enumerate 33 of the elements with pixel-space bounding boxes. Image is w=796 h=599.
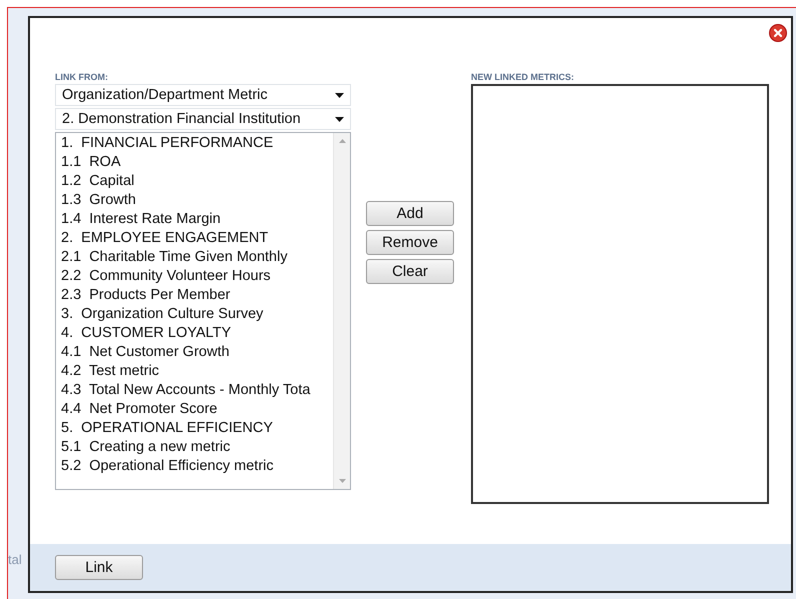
background-text: tal: [8, 552, 23, 567]
list-item[interactable]: 4.4 Net Promoter Score: [61, 400, 333, 419]
dropdown[interactable]: 2. Demonstration Financial Institution: [55, 108, 351, 130]
new-linked-metrics-label: NEW LINKED METRICS:: [471, 72, 575, 82]
list-item[interactable]: 2.2 Community Volunteer Hours: [61, 267, 333, 286]
close-icon[interactable]: [769, 24, 787, 42]
list-item[interactable]: 1. FINANCIAL PERFORMANCE: [61, 134, 333, 153]
dropdown[interactable]: Organization/Department Metric: [55, 84, 351, 106]
list-item[interactable]: 1.4 Interest Rate Margin: [61, 210, 333, 229]
action-button[interactable]: Remove: [366, 230, 454, 255]
list-item[interactable]: 4. CUSTOMER LOYALTY: [61, 324, 333, 343]
link-button[interactable]: Link: [55, 555, 143, 580]
list-item[interactable]: 1.1 ROA: [61, 153, 333, 172]
caret-icon: [335, 116, 344, 122]
list-item[interactable]: 1.3 Growth: [61, 191, 333, 210]
list-item[interactable]: 5.1 Creating a new metric: [61, 438, 333, 457]
list-item[interactable]: 4.3 Total New Accounts - Monthly Tota: [61, 381, 333, 400]
list-item[interactable]: 3. Organization Culture Survey: [61, 305, 333, 324]
list-item[interactable]: 5. OPERATIONAL EFFICIENCY: [61, 419, 333, 438]
list-item[interactable]: 2.3 Products Per Member: [61, 286, 333, 305]
scroll-up-icon[interactable]: [338, 139, 346, 143]
list-item[interactable]: 2. EMPLOYEE ENGAGEMENT: [61, 229, 333, 248]
link-from-label: LINK FROM:: [55, 72, 109, 82]
action-button[interactable]: Add: [366, 201, 454, 226]
list-item[interactable]: 4.2 Test metric: [61, 362, 333, 381]
caret-icon: [335, 92, 344, 98]
list-item[interactable]: 4.1 Net Customer Growth: [61, 343, 333, 362]
list-item[interactable]: 1.2 Capital: [61, 172, 333, 191]
scroll-down-icon[interactable]: [338, 479, 346, 483]
scrollbar[interactable]: [333, 133, 350, 489]
list-item[interactable]: 5.2 Operational Efficiency metric: [61, 457, 333, 476]
list-item[interactable]: 2.1 Charitable Time Given Monthly: [61, 248, 333, 267]
action-button[interactable]: Clear: [366, 259, 454, 284]
